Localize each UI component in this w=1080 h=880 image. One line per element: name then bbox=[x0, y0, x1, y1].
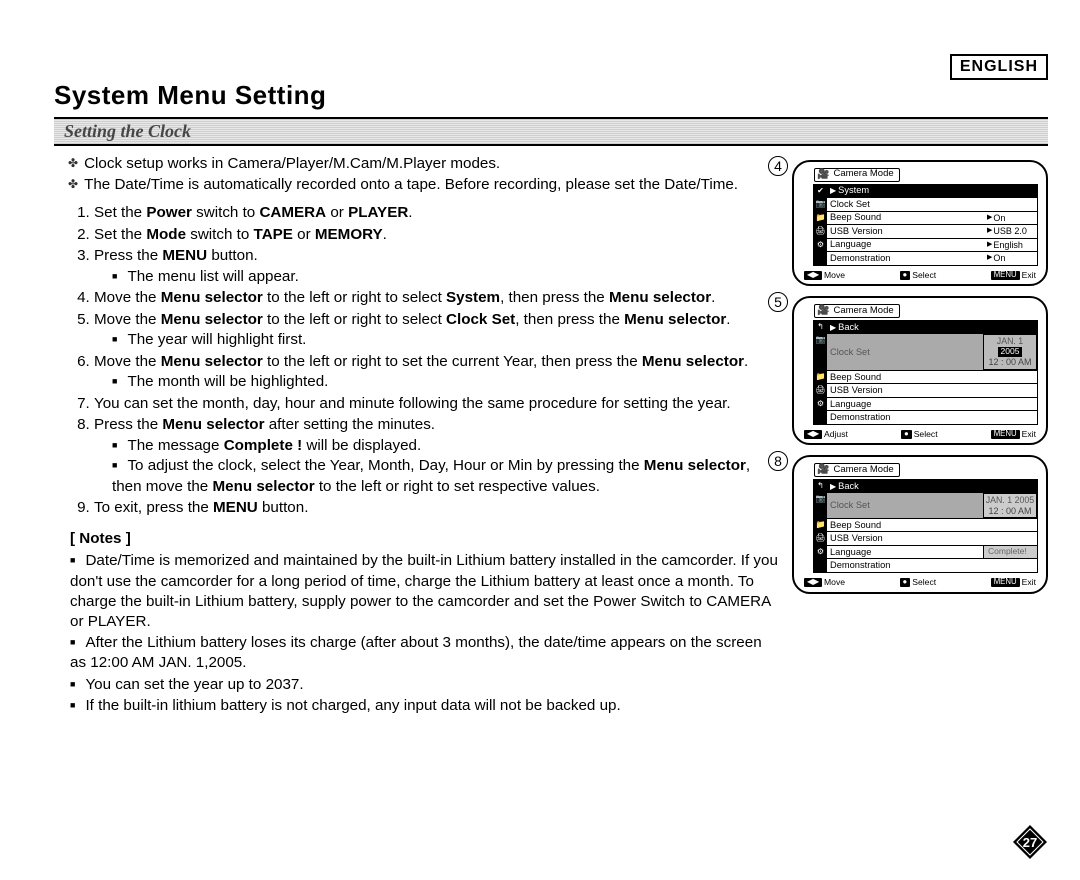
circle-number-8: 8 bbox=[768, 451, 788, 471]
value-demo: On bbox=[983, 252, 1037, 265]
mode-header: 🎥 Camera Mode bbox=[814, 304, 900, 318]
note-item: If the built-in lithium battery is not c… bbox=[70, 696, 780, 716]
intro-bullet: The Date/Time is automatically recorded … bbox=[68, 175, 780, 196]
value-usb: USB 2.0 bbox=[983, 225, 1037, 238]
screenshot-5-wrap: 5 🎥 Camera Mode ↰Back 📷Clock Set JAN. 1 … bbox=[792, 296, 1048, 445]
menu-box: ✔System 📷Clock Set 📁Beep SoundOn 🖨USB Ve… bbox=[813, 184, 1038, 266]
control-hints: ◀▶Adjust ●Select MENUExit bbox=[802, 428, 1038, 440]
joystick-icon: ◀▶ bbox=[804, 578, 822, 587]
content-area: Clock setup works in Camera/Player/M.Cam… bbox=[54, 154, 1048, 717]
menu-item-beep: Beep Sound bbox=[830, 212, 881, 223]
camera-icon: 🎥 bbox=[817, 169, 829, 181]
step-3: Press the MENU button. The menu list wil… bbox=[94, 246, 780, 287]
joystick-icon: ● bbox=[900, 578, 911, 587]
note-item: You can set the year up to 2037. bbox=[70, 675, 780, 695]
control-hints: ◀▶Move ●Select MENUExit bbox=[802, 576, 1038, 588]
manual-page: ENGLISH System Menu Setting Setting the … bbox=[0, 0, 1080, 880]
menu-button-icon: MENU bbox=[991, 271, 1020, 280]
complete-label: Complete! bbox=[983, 546, 1037, 559]
step-2: Set the Mode switch to TAPE or MEMORY. bbox=[94, 225, 780, 246]
steps-list: Set the Power switch to CAMERA or PLAYER… bbox=[54, 203, 780, 519]
menu-item-demo: Demonstration bbox=[830, 253, 890, 264]
joystick-icon: ● bbox=[901, 430, 912, 439]
date-value-box: JAN. 1 2005 12 : 00 AM bbox=[983, 493, 1037, 517]
lcd-screenshot-4: 🎥 Camera Mode ✔System 📷Clock Set 📁Beep S… bbox=[792, 160, 1048, 286]
notes-list: Date/Time is memorized and maintained by… bbox=[54, 551, 780, 716]
page-number-badge: 27 bbox=[1012, 824, 1048, 860]
step-5: Move the Menu selector to the left or ri… bbox=[94, 310, 780, 351]
screenshot-4-wrap: 4 🎥 Camera Mode ✔System 📷Clock Set 📁Beep… bbox=[792, 160, 1048, 286]
step-5-sub: The year will highlight first. bbox=[112, 330, 780, 351]
screenshot-8-wrap: 8 🎥 Camera Mode ↰Back 📷Clock Set JAN. 1 … bbox=[792, 455, 1048, 593]
menu-item-language: Language bbox=[830, 239, 871, 250]
circle-number-5: 5 bbox=[768, 292, 788, 312]
joystick-icon: ◀▶ bbox=[804, 271, 822, 280]
lcd-screenshot-8: 🎥 Camera Mode ↰Back 📷Clock Set JAN. 1 20… bbox=[792, 455, 1048, 593]
note-item: After the Lithium battery loses its char… bbox=[70, 633, 780, 673]
menu-item-clock-set: Clock Set bbox=[830, 347, 870, 358]
notes-heading: [ Notes ] bbox=[70, 529, 780, 550]
page-number-text: 27 bbox=[1012, 824, 1048, 860]
lcd-screenshot-5: 🎥 Camera Mode ↰Back 📷Clock Set JAN. 1 20… bbox=[792, 296, 1048, 445]
menu-item-usb: USB Version bbox=[830, 226, 883, 237]
section-heading: Setting the Clock bbox=[54, 117, 1048, 146]
menu-box: ↰Back 📷Clock Set JAN. 1 2005 12 : 00 AM … bbox=[813, 479, 1038, 573]
menu-button-icon: MENU bbox=[991, 430, 1020, 439]
mode-label: Camera Mode bbox=[833, 169, 893, 180]
step-3-sub: The menu list will appear. bbox=[112, 267, 780, 288]
step-7: You can set the month, day, hour and min… bbox=[94, 394, 780, 415]
note-item: Date/Time is memorized and maintained by… bbox=[70, 551, 780, 632]
screenshot-column: 4 🎥 Camera Mode ✔System 📷Clock Set 📁Beep… bbox=[792, 154, 1048, 717]
menu-item-system: System bbox=[838, 185, 869, 196]
joystick-icon: ◀▶ bbox=[804, 430, 822, 439]
step-6-sub: The month will be highlighted. bbox=[112, 372, 780, 393]
language-badge: ENGLISH bbox=[950, 54, 1048, 80]
step-8: Press the Menu selector after setting th… bbox=[94, 415, 780, 497]
joystick-icon: ● bbox=[900, 271, 911, 280]
value-beep: On bbox=[983, 212, 1037, 225]
intro-bullets: Clock setup works in Camera/Player/M.Cam… bbox=[68, 154, 780, 195]
step-9: To exit, press the MENU button. bbox=[94, 498, 780, 519]
page-title: System Menu Setting bbox=[54, 80, 1048, 111]
step-8-sub-1: The message Complete ! will be displayed… bbox=[112, 436, 780, 457]
camera-icon: 🎥 bbox=[817, 305, 829, 317]
menu-item-clock-set: Clock Set bbox=[830, 199, 870, 210]
menu-item-back: Back bbox=[838, 322, 859, 333]
step-1: Set the Power switch to CAMERA or PLAYER… bbox=[94, 203, 780, 224]
step-8-sub-2: To adjust the clock, select the Year, Mo… bbox=[112, 456, 780, 497]
intro-bullet: Clock setup works in Camera/Player/M.Cam… bbox=[68, 154, 780, 175]
date-value-box: JAN. 1 2005 12 : 00 AM bbox=[983, 334, 1037, 369]
step-6: Move the Menu selector to the left or ri… bbox=[94, 352, 780, 393]
value-lang: English bbox=[983, 239, 1037, 252]
camera-icon: 🎥 bbox=[817, 464, 829, 476]
text-column: Clock setup works in Camera/Player/M.Cam… bbox=[54, 154, 780, 717]
mode-header: 🎥 Camera Mode bbox=[814, 463, 900, 477]
menu-button-icon: MENU bbox=[991, 578, 1020, 587]
circle-number-4: 4 bbox=[768, 156, 788, 176]
control-hints: ◀▶Move ●Select MENUExit bbox=[802, 269, 1038, 281]
step-4: Move the Menu selector to the left or ri… bbox=[94, 288, 780, 309]
mode-header: 🎥 Camera Mode bbox=[814, 168, 900, 182]
menu-box: ↰Back 📷Clock Set JAN. 1 2005 12 : 00 AM … bbox=[813, 320, 1038, 425]
